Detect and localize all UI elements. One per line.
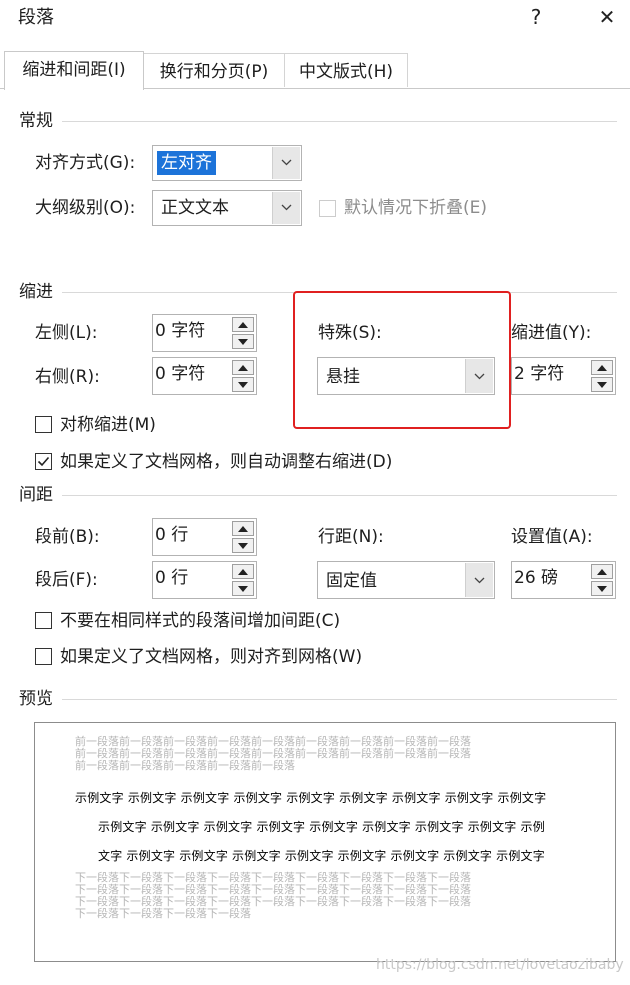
triangle-up-icon <box>238 322 248 328</box>
triangle-down-icon <box>238 543 248 549</box>
chevron-down-icon <box>474 577 485 584</box>
triangle-up-icon <box>238 569 248 575</box>
triangle-down-icon <box>597 382 607 388</box>
alignment-value: 左对齐 <box>157 151 216 175</box>
chevron-down-icon <box>281 159 292 166</box>
indent-by-down-button[interactable] <box>591 377 613 392</box>
tab-indents-spacing[interactable]: 缩进和间距(I) <box>4 51 144 90</box>
dont-add-space-label: 不要在相同样式的段落间增加间距(C) <box>60 611 341 631</box>
collapse-by-default-checkbox[interactable] <box>319 200 336 217</box>
spacing-before-down-button[interactable] <box>232 538 254 553</box>
spacing-before-value: 0 行 <box>155 525 189 545</box>
preview-previous-paragraph-line: 前一段落前一段落前一段落前一段落前一段落 <box>75 759 295 772</box>
preview-sample-line: 示例文字 示例文字 示例文字 示例文字 示例文字 示例文字 示例文字 示例文字 … <box>75 791 547 805</box>
triangle-up-icon <box>238 526 248 532</box>
indent-right-down-button[interactable] <box>232 377 254 392</box>
line-spacing-at-value: 26 磅 <box>514 568 559 588</box>
line-spacing-select[interactable]: 固定值 <box>317 561 495 599</box>
indent-left-down-button[interactable] <box>232 334 254 349</box>
line-spacing-at-spinner[interactable]: 26 磅 <box>511 561 616 599</box>
line-spacing-at-label: 设置值(A): <box>511 527 593 547</box>
alignment-select[interactable]: 左对齐 <box>152 145 302 181</box>
triangle-down-icon <box>238 339 248 345</box>
triangle-down-icon <box>238 382 248 388</box>
indent-right-label: 右侧(R): <box>35 367 100 387</box>
outline-level-select[interactable]: 正文文本 <box>152 190 302 226</box>
auto-adjust-right-indent-label: 如果定义了文档网格，则自动调整右缩进(D) <box>60 452 393 472</box>
indent-right-spinner[interactable]: 0 字符 <box>152 357 257 395</box>
outline-level-dropdown-button[interactable] <box>272 192 300 224</box>
line-spacing-at-down-button[interactable] <box>591 581 613 596</box>
triangle-down-icon <box>238 586 248 592</box>
mirror-indents-checkbox[interactable] <box>35 416 52 433</box>
spacing-after-down-button[interactable] <box>232 581 254 596</box>
indent-by-value: 2 字符 <box>514 364 565 384</box>
preview-divider <box>62 699 617 700</box>
tab-asian-typography[interactable]: 中文版式(H) <box>284 53 408 87</box>
annotation-highlight-box <box>293 291 511 429</box>
preview-sample-line: 示例文字 示例文字 示例文字 示例文字 示例文字 示例文字 示例文字 示例文字 … <box>98 820 545 834</box>
snap-to-grid-checkbox[interactable] <box>35 648 52 665</box>
preview-section-header: 预览 <box>19 689 53 709</box>
triangle-down-icon <box>597 586 607 592</box>
dialog-title: 段落 <box>18 7 54 28</box>
indent-by-spinner[interactable]: 2 字符 <box>511 357 616 395</box>
line-spacing-value: 固定值 <box>326 571 377 591</box>
line-spacing-at-up-button[interactable] <box>591 564 613 579</box>
alignment-label: 对齐方式(G): <box>35 153 136 173</box>
spacing-before-label: 段前(B): <box>35 527 100 547</box>
spacing-after-up-button[interactable] <box>232 564 254 579</box>
triangle-up-icon <box>238 365 248 371</box>
chevron-down-icon <box>281 204 292 211</box>
triangle-up-icon <box>597 569 607 575</box>
dont-add-space-checkbox[interactable] <box>35 612 52 629</box>
indent-section-header: 缩进 <box>19 282 53 302</box>
watermark-text: https://blog.csdn.net/lovetaozibaby <box>376 957 624 973</box>
auto-adjust-right-indent-checkbox[interactable] <box>35 453 52 470</box>
close-button[interactable]: ✕ <box>584 0 630 34</box>
indent-by-up-button[interactable] <box>591 360 613 375</box>
collapse-by-default-label: 默认情况下折叠(E) <box>344 198 488 218</box>
spacing-section-header: 间距 <box>19 485 53 505</box>
mirror-indents-label: 对称缩进(M) <box>60 415 156 435</box>
triangle-up-icon <box>597 365 607 371</box>
line-spacing-label: 行距(N): <box>318 527 384 547</box>
spacing-after-value: 0 行 <box>155 568 189 588</box>
indent-by-label: 缩进值(Y): <box>511 323 592 343</box>
spacing-divider <box>62 495 617 496</box>
alignment-dropdown-button[interactable] <box>272 147 300 179</box>
indent-right-up-button[interactable] <box>232 360 254 375</box>
tab-bar: 缩进和间距(I) 换行和分页(P) 中文版式(H) <box>0 38 630 90</box>
spacing-before-spinner[interactable]: 0 行 <box>152 518 257 556</box>
outline-level-label: 大纲级别(O): <box>35 198 136 218</box>
checkmark-icon <box>37 456 50 467</box>
help-button[interactable]: ? <box>513 0 559 34</box>
spacing-after-label: 段后(F): <box>35 570 98 590</box>
snap-to-grid-label: 如果定义了文档网格，则对齐到网格(W) <box>60 647 363 667</box>
indent-left-up-button[interactable] <box>232 317 254 332</box>
indent-right-value: 0 字符 <box>155 364 206 384</box>
tab-line-page-breaks[interactable]: 换行和分页(P) <box>143 53 285 87</box>
paragraph-preview: 前一段落前一段落前一段落前一段落前一段落前一段落前一段落前一段落前一段落 前一段… <box>34 722 616 962</box>
indent-left-spinner[interactable]: 0 字符 <box>152 314 257 352</box>
spacing-before-up-button[interactable] <box>232 521 254 536</box>
general-divider <box>62 121 617 122</box>
preview-sample-line: 文字 示例文字 示例文字 示例文字 示例文字 示例文字 示例文字 示例文字 示例… <box>98 849 545 863</box>
outline-level-value: 正文文本 <box>161 198 229 218</box>
indent-left-value: 0 字符 <box>155 321 206 341</box>
general-section-header: 常规 <box>19 111 53 131</box>
indent-left-label: 左侧(L): <box>35 323 98 343</box>
line-spacing-dropdown-button[interactable] <box>465 563 493 597</box>
preview-next-paragraph-line: 下一段落下一段落下一段落下一段落 <box>75 907 251 920</box>
spacing-after-spinner[interactable]: 0 行 <box>152 561 257 599</box>
